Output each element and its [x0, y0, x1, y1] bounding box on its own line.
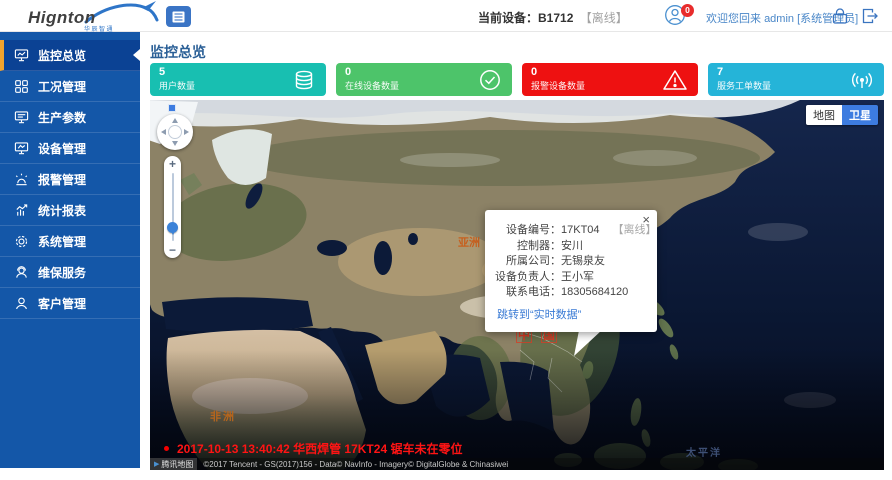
- sidebar-item-label: 设备管理: [38, 140, 86, 157]
- tencent-logo-icon: ▶: [154, 461, 159, 468]
- popup-row-owner: 设备负责人：王小军: [485, 270, 657, 286]
- sidebar-item-monitor-overview[interactable]: 监控总览: [0, 40, 140, 71]
- sidebar-item-label: 系统管理: [38, 233, 86, 250]
- headset-icon: [13, 264, 29, 280]
- map-label-asia: 亚洲: [458, 234, 480, 250]
- production-monitor-icon: [13, 109, 29, 125]
- gear-icon: [13, 233, 29, 249]
- grid-icon: [13, 78, 29, 94]
- device-monitor-icon: [13, 140, 29, 156]
- database-icon: [292, 68, 316, 92]
- close-icon[interactable]: ×: [642, 213, 650, 226]
- map-zoom-control: + −: [164, 156, 181, 258]
- logo-chinese-name: 华辰智通: [84, 24, 114, 33]
- pan-right-arrow[interactable]: [184, 129, 189, 135]
- map-attribution: ▶ 腾讯地图 ©2017 Tencent - GS(2017)156 - Dat…: [150, 458, 884, 470]
- stat-card-alarm-devices[interactable]: 0 报警设备数量: [522, 63, 698, 96]
- stat-card-users[interactable]: 5 用户数量: [150, 63, 326, 96]
- user-avatar-wrap: 0: [664, 4, 700, 28]
- sidebar-item-device-management[interactable]: 设备管理: [0, 133, 140, 164]
- stat-cards-row: 5 用户数量 0 在线设备数量 0 报警: [150, 63, 884, 96]
- check-circle-icon: [478, 68, 502, 92]
- app-window: Hignton 华辰智通 当前设备：B1712 【离线】: [0, 0, 892, 480]
- popup-row-device-id: 设备编号：17KT04【离线】: [485, 223, 657, 239]
- map-label-pacific: 太平洋: [686, 444, 722, 459]
- sidebar-item-statistics-report[interactable]: 统计报表: [0, 195, 140, 226]
- sidebar-item-label: 监控总览: [38, 47, 86, 64]
- logout-icon[interactable]: [860, 6, 880, 31]
- satellite-mode-button[interactable]: 卫星: [842, 105, 878, 125]
- pan-up-arrow[interactable]: [172, 118, 178, 123]
- sidebar-item-label: 报警管理: [38, 171, 86, 188]
- current-device-indicator: 当前设备：B1712 【离线】: [478, 9, 628, 26]
- stat-card-work-orders[interactable]: 7 服务工单数量: [708, 63, 884, 96]
- monitor-overview-icon: [13, 47, 29, 63]
- sidebar-item-label: 维保服务: [38, 264, 86, 281]
- sidebar-item-maintenance-service[interactable]: 维保服务: [0, 257, 140, 288]
- welcome-text: 欢迎您回来: [706, 13, 761, 25]
- zoom-out-button[interactable]: −: [164, 243, 181, 257]
- sidebar-toggle-button[interactable]: [166, 6, 191, 27]
- lock-icon[interactable]: [830, 6, 850, 31]
- sidebar-item-label: 客户管理: [38, 295, 86, 312]
- current-device-label: 当前设备：: [478, 11, 538, 25]
- current-device-value: B1712: [538, 11, 573, 25]
- chart-icon: [13, 202, 29, 218]
- pan-down-arrow[interactable]: [172, 141, 178, 146]
- alert-bullet-icon: [164, 446, 169, 451]
- siren-icon: [13, 171, 29, 187]
- page-title: 监控总览: [150, 42, 206, 62]
- sidebar-item-label: 生产参数: [38, 109, 86, 126]
- map-label-africa: 非洲: [210, 408, 236, 424]
- locate-button[interactable]: [168, 104, 176, 112]
- alarm-ticker-text: 2017-10-13 13:40:42 华西焊管 17KT24 锯车未在零位: [177, 440, 462, 457]
- map-mode-button[interactable]: 地图: [806, 105, 842, 125]
- popup-row-controller: 控制器：安川: [485, 239, 657, 255]
- pan-left-arrow[interactable]: [161, 129, 166, 135]
- sidebar-item-production-params[interactable]: 生产参数: [0, 102, 140, 133]
- sidebar-item-label: 工况管理: [38, 78, 86, 95]
- sidebar-item-label: 统计报表: [38, 202, 86, 219]
- satellite-map[interactable]: 亚洲 中 国 非洲 太平洋 + − 地图 卫星 ×: [150, 100, 884, 470]
- stat-card-online-devices[interactable]: 0 在线设备数量: [336, 63, 512, 96]
- alarm-ticker: 2017-10-13 13:40:42 华西焊管 17KT24 锯车未在零位: [164, 440, 462, 457]
- broadcast-icon: [850, 68, 874, 92]
- zoom-slider-knob[interactable]: [167, 222, 178, 233]
- sidebar-item-customer-management[interactable]: 客户管理: [0, 288, 140, 319]
- hignton-logo: Hignton 华辰智通: [26, 2, 152, 31]
- popup-row-phone: 联系电话：18305684120: [485, 285, 657, 301]
- attribution-text: ©2017 Tencent - GS(2017)156 - Data© NavI…: [203, 460, 508, 469]
- sidebar-item-working-condition[interactable]: 工况管理: [0, 71, 140, 102]
- active-item-notch: [133, 49, 140, 61]
- list-icon: [172, 11, 185, 23]
- map-pan-control[interactable]: [157, 114, 193, 150]
- current-device-status: 【离线】: [580, 11, 628, 25]
- warning-triangle-icon: [662, 68, 688, 92]
- sidebar-item-system-management[interactable]: 系统管理: [0, 226, 140, 257]
- top-header: Hignton 华辰智通 当前设备：B1712 【离线】: [0, 0, 892, 32]
- sidebar-item-alarm-management[interactable]: 报警管理: [0, 164, 140, 195]
- zoom-in-button[interactable]: +: [164, 157, 181, 171]
- popup-row-company: 所属公司：无锡泉友: [485, 254, 657, 270]
- realtime-data-link[interactable]: 跳转到“实时数据”: [497, 306, 581, 322]
- notification-badge[interactable]: 0: [681, 4, 694, 17]
- person-icon: [13, 295, 29, 311]
- sidebar-nav: 监控总览 工况管理 生产参数: [0, 32, 140, 468]
- device-info-popup: × 设备编号：17KT04【离线】 控制器：安川 所属公司：无锡泉友 设备负责人…: [485, 210, 657, 332]
- popup-rows: 设备编号：17KT04【离线】 控制器：安川 所属公司：无锡泉友 设备负责人：王…: [485, 210, 657, 301]
- map-type-toggle: 地图 卫星: [806, 105, 878, 125]
- tencent-map-logo: ▶ 腾讯地图: [150, 458, 197, 470]
